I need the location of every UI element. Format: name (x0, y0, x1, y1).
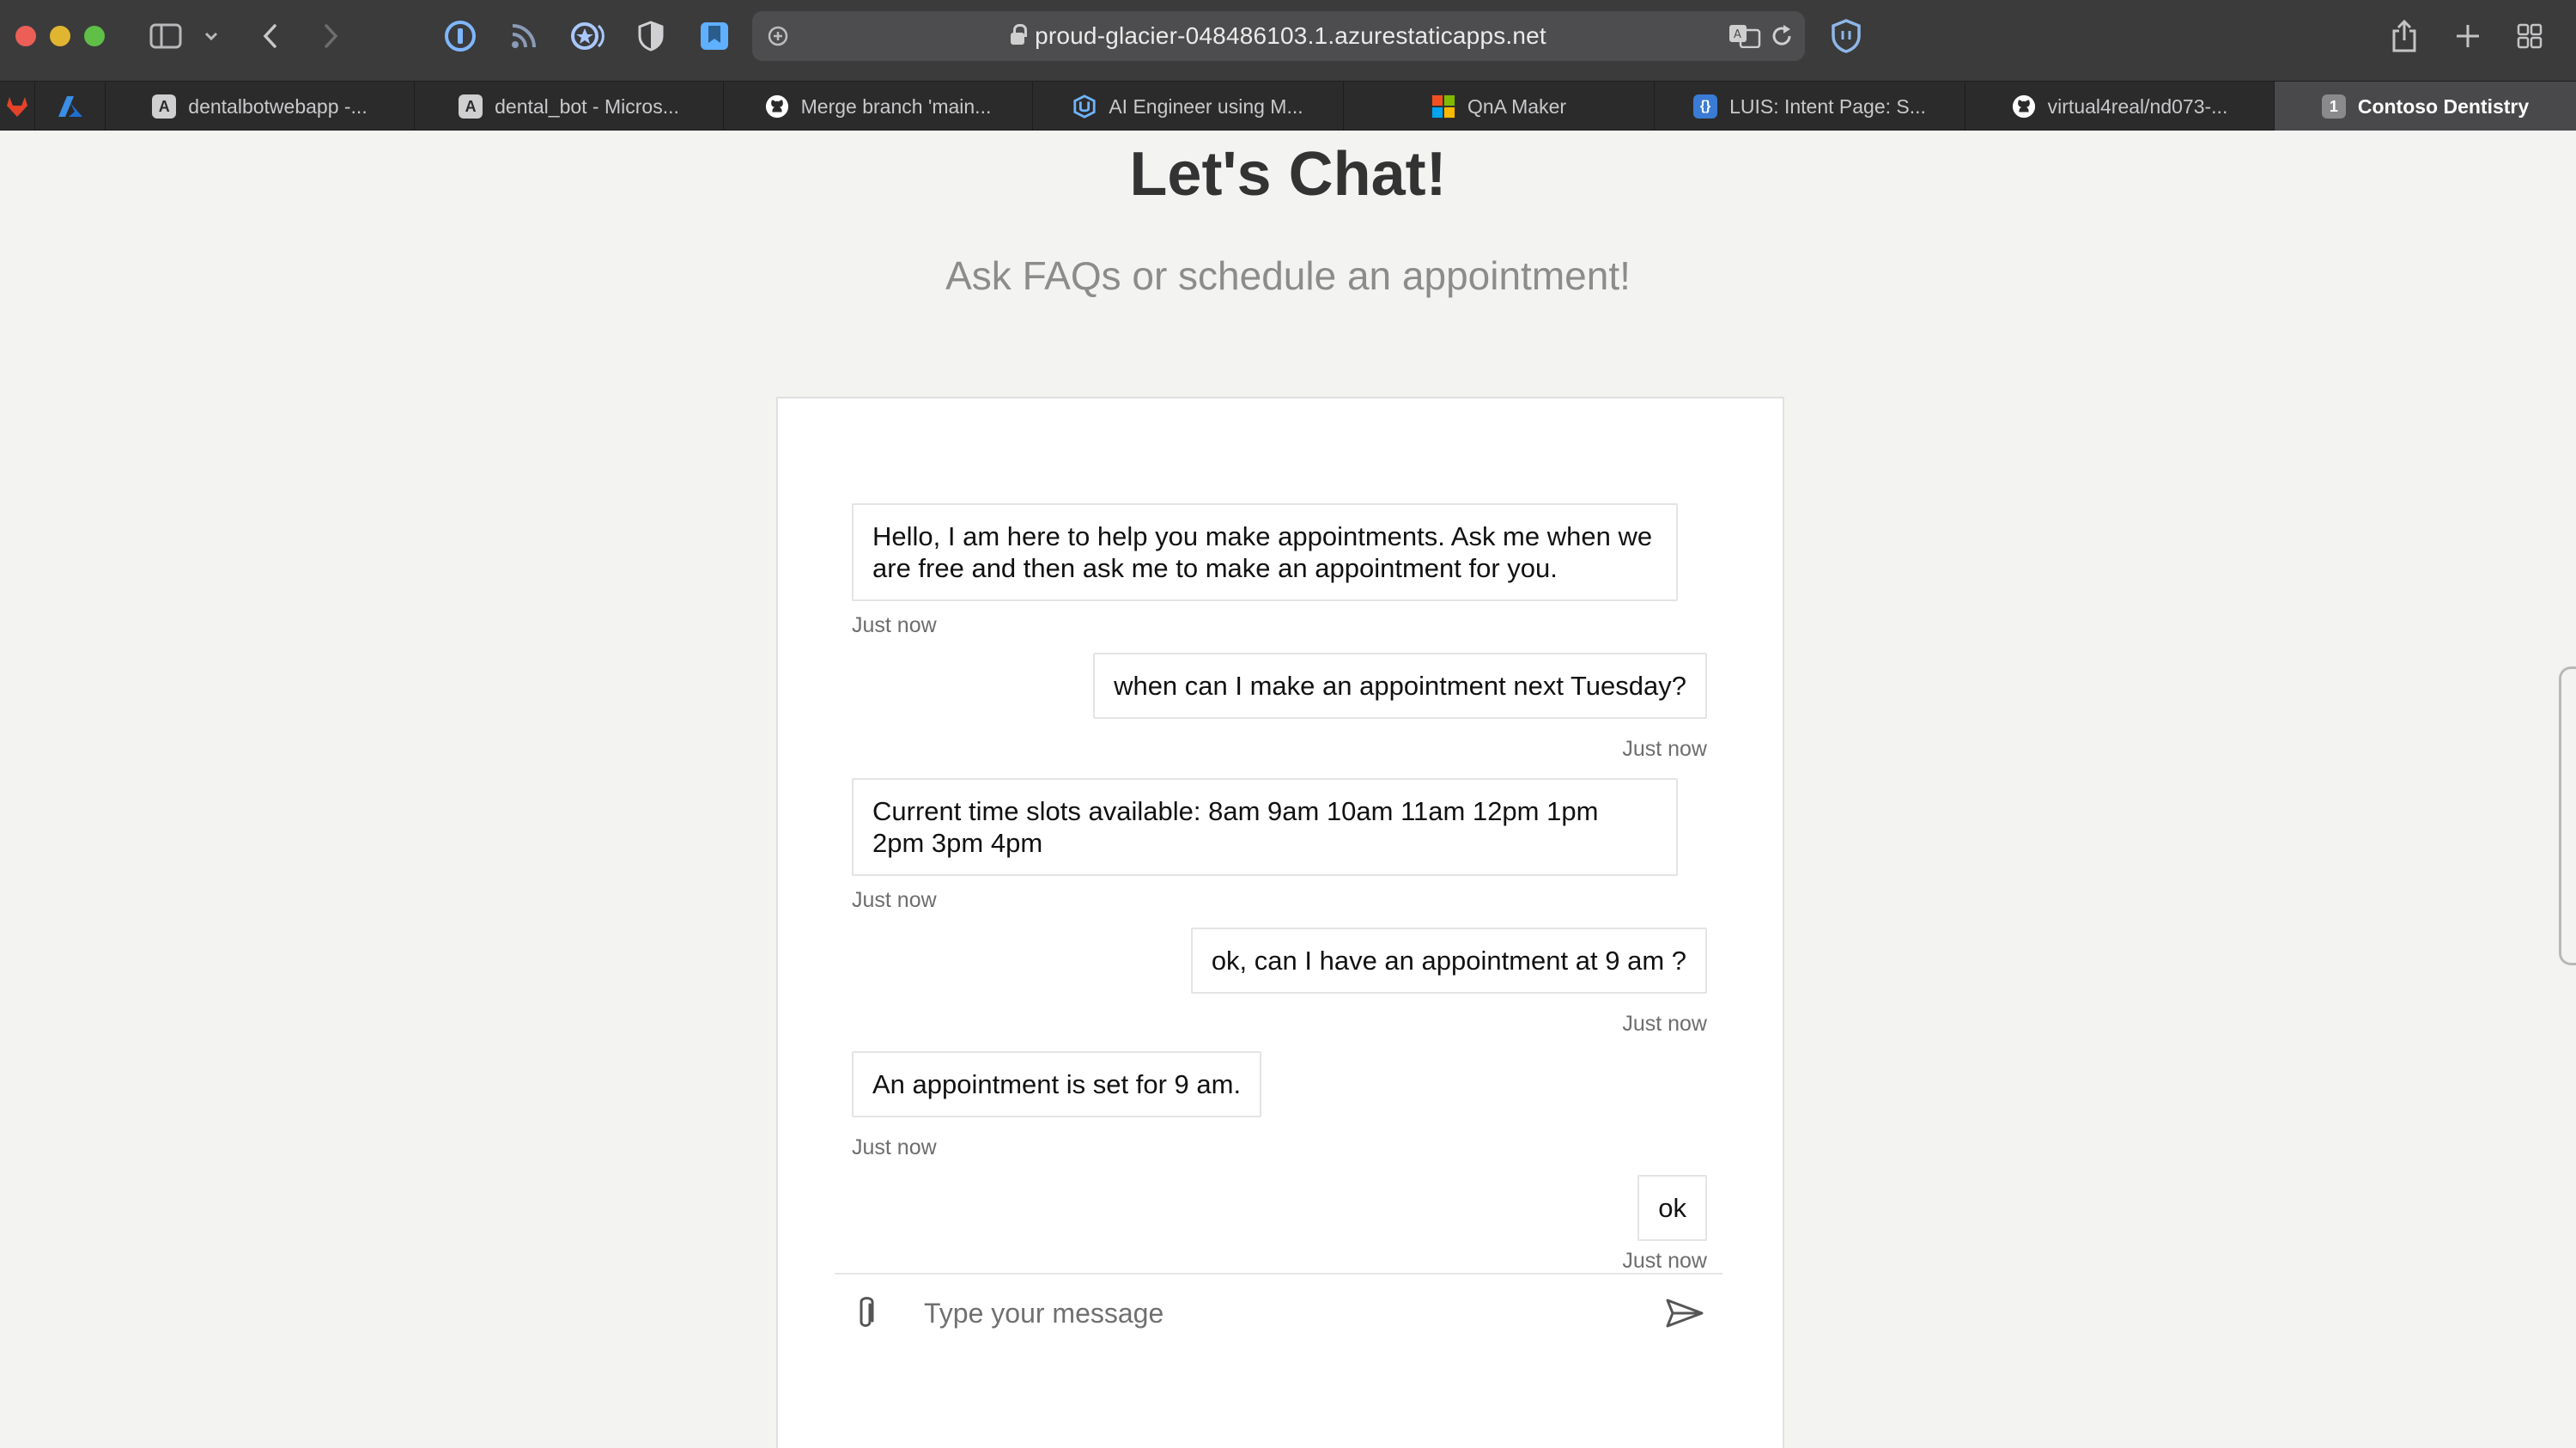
bookmark-icon (701, 22, 728, 50)
translate-icon: A (1729, 25, 1761, 48)
plus-icon (2457, 25, 2479, 47)
shield-icon (638, 21, 664, 52)
tab-merge-branch[interactable]: Merge branch 'main... (723, 82, 1032, 131)
send-icon (1666, 1299, 1704, 1328)
minimize-window-button[interactable] (50, 26, 70, 46)
tab-ai-engineer[interactable]: AI Engineer using M... (1032, 82, 1343, 131)
timestamp-clip: Just now (778, 1249, 1783, 1271)
chevron-right-icon (325, 24, 338, 48)
bot-message: Current time slots available: 8am 9am 10… (852, 778, 1678, 876)
microsoft-icon (1431, 94, 1455, 119)
luis-icon: {} (1693, 94, 1718, 119)
github-icon (2012, 94, 2036, 119)
star-badge-icon (571, 22, 605, 50)
pinned-tab-gitlab[interactable] (0, 82, 34, 131)
a-letter-favicon: A (459, 94, 483, 119)
reload-button[interactable] (1767, 17, 1796, 55)
tab-overview-button[interactable] (2512, 17, 2547, 55)
rss-extension[interactable] (507, 17, 541, 55)
tab-dentalbotwebapp[interactable]: A dentalbotwebapp -... (105, 82, 414, 131)
paperclip-icon (860, 1297, 874, 1327)
share-button[interactable] (2387, 17, 2421, 55)
rss-icon (512, 24, 536, 48)
bot-message: An appointment is set for 9 am. (852, 1051, 1262, 1117)
tab-label: dentalbotwebapp -... (188, 94, 368, 118)
gitlab-icon (7, 97, 27, 117)
reload-icon (1772, 25, 1791, 46)
password-manager-icon (445, 21, 476, 52)
attach-button[interactable] (847, 1290, 884, 1336)
share-icon (2392, 19, 2416, 52)
pinned-tab-azure[interactable] (34, 82, 105, 131)
translate-button[interactable]: A (1728, 17, 1762, 55)
bot-message: Hello, I am here to help you make appoin… (852, 503, 1678, 601)
browser-toolbar: proud-glacier-048486103.1.azurestaticapp… (0, 0, 2576, 81)
tab-label: virtual4real/nd073-... (2047, 94, 2228, 118)
page-content: Let's Chat! Ask FAQs or schedule an appo… (0, 131, 2576, 1448)
chevron-left-icon (263, 24, 276, 48)
svg-text:A: A (1734, 28, 1741, 41)
close-window-button[interactable] (15, 26, 36, 46)
tab-label: QnA Maker (1467, 94, 1567, 118)
vpn-shield-icon (1832, 19, 1861, 53)
send-button[interactable] (1662, 1290, 1707, 1336)
password-manager-extension[interactable] (441, 17, 479, 55)
user-message: ok, can I have an appointment at 9 am ? (1190, 928, 1707, 994)
tab-bar: A dentalbotwebapp -... A dental_bot - Mi… (0, 81, 2576, 131)
udacity-icon (1072, 94, 1097, 119)
message-timestamp: Just now (1622, 737, 1707, 761)
a-letter-favicon: A (152, 94, 177, 119)
tab-luis[interactable]: {} LUIS: Intent Page: S... (1654, 82, 1965, 131)
sidebar-icon (149, 23, 182, 49)
tab-qna-maker[interactable]: QnA Maker (1343, 82, 1654, 131)
bookmark-extension[interactable] (697, 17, 732, 55)
tab-dental-bot[interactable]: A dental_bot - Micros... (414, 82, 723, 131)
side-panel-handle[interactable] (2559, 666, 2576, 965)
message-timestamp: Just now (1622, 1012, 1707, 1036)
page-subtitle: Ask FAQs or schedule an appointment! (945, 253, 1631, 298)
url-text: proud-glacier-048486103.1.azurestaticapp… (1035, 22, 1546, 49)
tab-label: Merge branch 'main... (800, 94, 992, 118)
tab-label: dental_bot - Micros... (495, 94, 679, 118)
message-timestamp: Just now (852, 613, 937, 637)
privacy-shield-button[interactable] (635, 17, 666, 55)
sidebar-toggle-button[interactable] (146, 17, 185, 55)
stars-extension[interactable] (568, 17, 608, 55)
tab-contoso-dentistry[interactable]: 1 Contoso Dentistry (2274, 82, 2576, 131)
tab-label: AI Engineer using M... (1109, 94, 1303, 118)
number-favicon: 1 (2321, 94, 2346, 119)
message-input[interactable] (924, 1290, 1645, 1336)
chat-window: Hello, I am here to help you make appoin… (776, 397, 1784, 1448)
user-message: when can I make an appointment next Tues… (1093, 653, 1707, 719)
user-message: ok (1637, 1175, 1707, 1241)
new-tab-button[interactable] (2451, 17, 2485, 55)
page-title: Let's Chat! (1129, 140, 1447, 209)
azure-icon (58, 96, 82, 117)
zoom-window-button[interactable] (84, 26, 105, 46)
url-display[interactable]: proud-glacier-048486103.1.azurestaticapp… (752, 11, 1805, 61)
chevron-down-icon (204, 32, 218, 41)
tab-group-dropdown[interactable] (199, 17, 223, 55)
grid-icon (2517, 23, 2543, 49)
tab-virtual4real[interactable]: virtual4real/nd073-... (1965, 82, 2274, 131)
address-bar[interactable]: proud-glacier-048486103.1.azurestaticapp… (752, 11, 1805, 61)
forward-button[interactable] (316, 17, 345, 55)
lock-icon (1011, 24, 1028, 45)
tab-label: Contoso Dentistry (2357, 94, 2530, 118)
vpn-extension-button[interactable] (1829, 17, 1863, 55)
message-composer (835, 1273, 1722, 1350)
message-timestamp: Just now (852, 888, 937, 912)
tab-label: LUIS: Intent Page: S... (1729, 94, 1926, 118)
message-timestamp: Just now (852, 1135, 937, 1159)
message-timestamp: Just now (1622, 1249, 1707, 1271)
github-icon (765, 94, 789, 119)
back-button[interactable] (256, 17, 285, 55)
